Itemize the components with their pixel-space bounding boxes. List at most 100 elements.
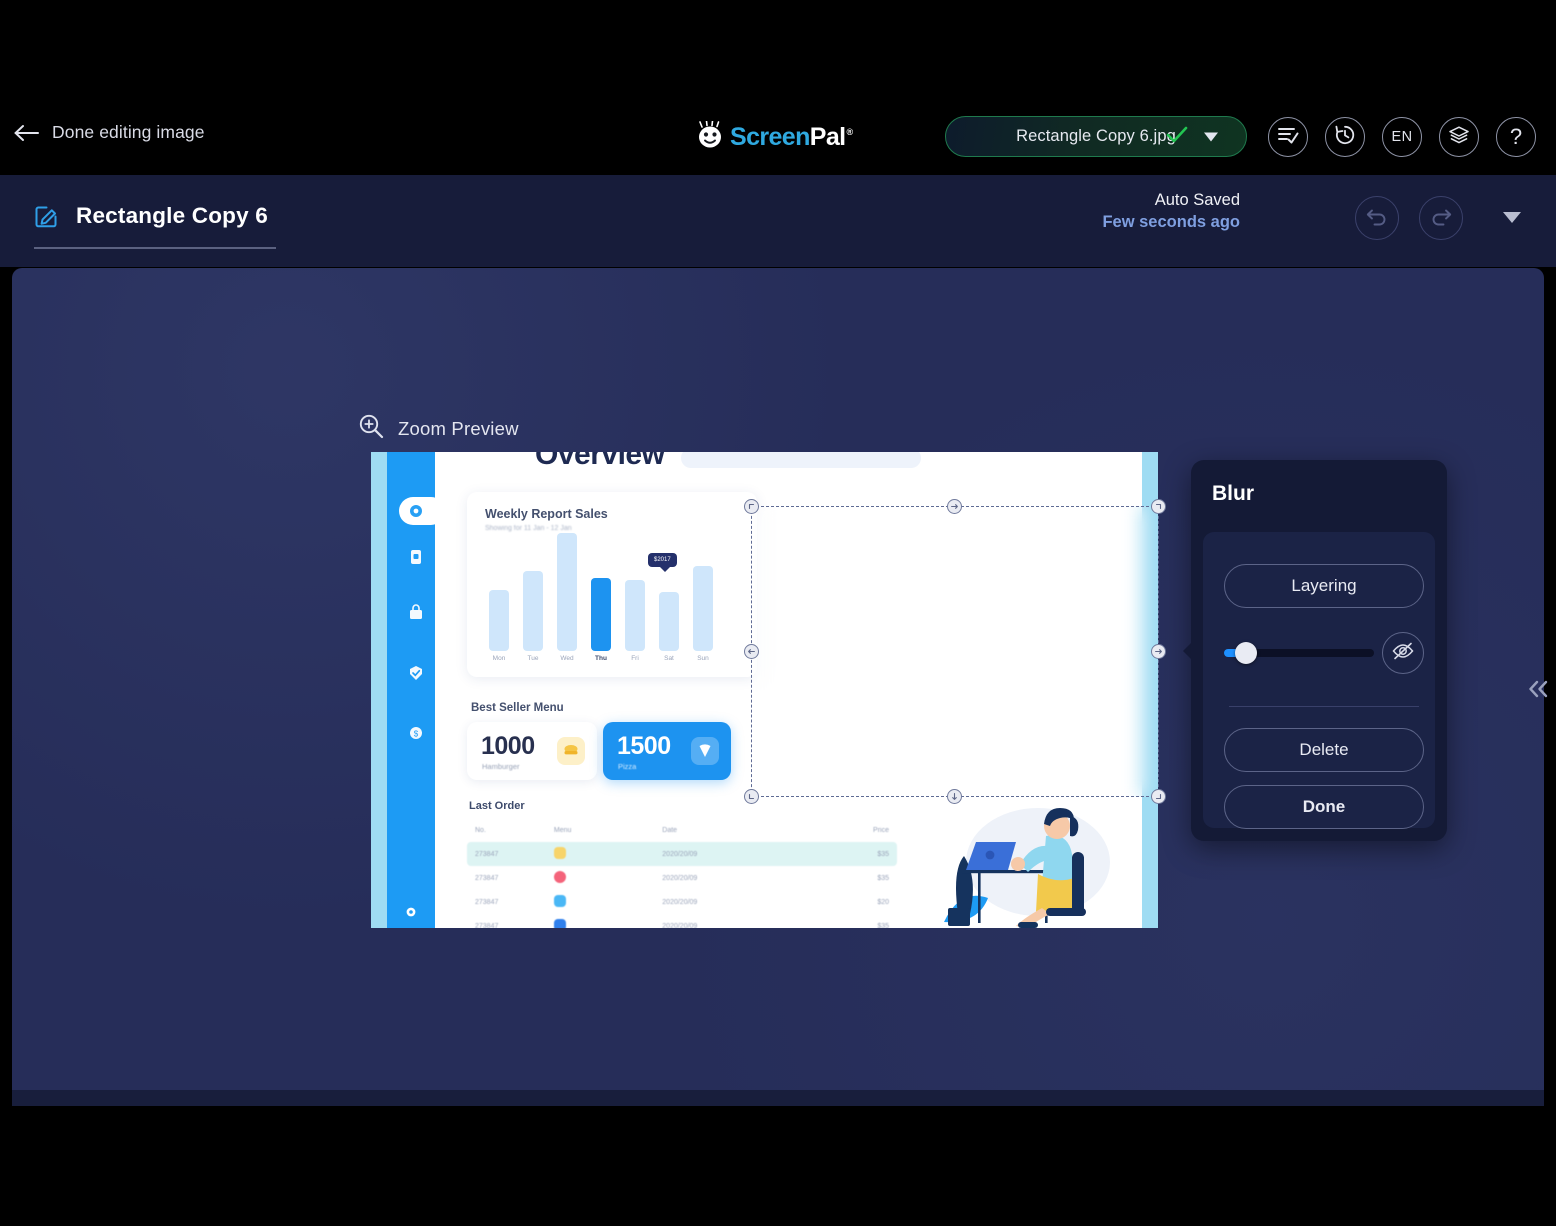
column-header-no: No. [475,826,486,834]
bar-thu [591,577,611,651]
cell-price: $35 [877,850,889,858]
chart-label-thu: Thu [595,655,607,662]
stage-bottom-edge [12,1090,1544,1106]
undo-redo-group [1355,196,1463,240]
image-editor-app: Done editing image ScreenPal® Rectangle … [0,0,1556,1226]
blur-selection-box[interactable] [744,499,1166,804]
chart-label-sat: Sat [664,655,674,662]
screenpal-logo: ScreenPal® [697,119,853,154]
best-seller-card-hamburger[interactable]: 1000 Hamburger [467,722,597,780]
done-editing-image-button[interactable]: Done editing image [14,122,205,143]
resize-handle-bottom-center[interactable] [947,789,962,804]
collapse-panel-button[interactable] [1524,677,1552,705]
resize-handle-bottom-left[interactable] [744,789,759,804]
svg-text:$: $ [414,729,419,738]
layers-icon-button[interactable] [1439,117,1479,157]
toolbar-more-chevron-down-icon[interactable] [1503,212,1521,223]
resize-handle-middle-right[interactable] [1151,643,1166,659]
resize-handle-top-left[interactable] [744,499,759,514]
double-chevron-left-icon [1525,678,1551,705]
resize-handle-top-center[interactable] [947,499,962,514]
zoom-preview-button[interactable]: Zoom Preview [358,413,519,445]
magnifier-plus-icon [358,413,385,445]
pizza-icon [553,919,566,928]
burger-icon [553,847,566,859]
history-icon-button[interactable] [1325,117,1365,157]
sidebar-item-documents[interactable] [407,548,425,566]
done-editing-image-label: Done editing image [52,122,205,142]
dashboard-header: Overview [435,452,1098,478]
top-bar: Done editing image ScreenPal® Rectangle … [0,0,1556,175]
cell-menu [553,847,662,861]
layers-icon [1448,125,1470,150]
sidebar-item-dashboard[interactable] [407,502,425,520]
sidebar-item-bag[interactable] [407,604,425,622]
best-seller-value-2: 1500 [617,732,671,760]
cell-date: 2020/20/09 [662,850,698,858]
best-seller-title: Best Seller Menu [471,702,564,714]
column-header-date: Date [662,826,678,834]
person-at-laptop-illustration [920,796,1130,928]
slider-thumb[interactable] [1235,642,1257,664]
sidebar-item-settings[interactable] [403,904,419,920]
resize-handle-middle-left[interactable] [744,643,759,659]
history-icon [1334,124,1356,151]
dashboard-search-input[interactable] [681,452,921,468]
sidebar-item-badge[interactable] [407,664,425,682]
best-seller-label-2: Pizza [618,762,637,771]
help-icon: ? [1509,124,1523,149]
toggle-visibility-button[interactable] [1382,632,1424,674]
bar-mon [489,589,509,651]
logo-text-screen: Screen [730,122,810,151]
document-title-block: Rectangle Copy 6 [34,203,268,229]
cell-no: 273847 [475,850,499,858]
chart-title: Weekly Report Sales [485,507,608,521]
panel-divider [1229,706,1419,707]
edit-pencil-square-icon[interactable] [34,203,60,229]
file-name-pill[interactable]: Rectangle Copy 6.jpg [945,116,1247,157]
help-icon-button[interactable]: ? [1496,117,1536,157]
last-order-table: No. Menu Date Price 273847 2020/20/09 $3… [467,818,897,928]
undo-button[interactable] [1355,196,1399,240]
done-button[interactable]: Done [1224,785,1424,829]
sidebar-item-coin[interactable]: $ [407,724,425,742]
logo-text-pal: Pal [809,122,846,151]
cell-price: $35 [877,922,889,929]
cell-no: 273847 [475,874,499,882]
blur-intensity-row [1224,632,1424,674]
delete-button[interactable]: Delete [1224,728,1424,772]
language-icon-button[interactable]: EN [1382,117,1422,157]
chart-label-mon: Mon [492,655,506,662]
check-icon [1166,125,1188,148]
burger-icon [557,737,585,765]
table-row[interactable]: 273847 2020/20/09 $35 [467,866,897,890]
best-seller-value-1: 1000 [481,732,535,760]
cell-price: $35 [877,874,889,882]
cell-no: 273847 [475,922,499,929]
last-order-title: Last Order [469,800,525,812]
pizza-icon [553,895,566,907]
table-row[interactable]: 273847 2020/20/09 $35 [467,914,897,928]
layering-button[interactable]: Layering [1224,564,1424,608]
chart-label-wed: Wed [560,655,574,662]
redo-button[interactable] [1419,196,1463,240]
chart-bars [489,533,739,651]
table-row[interactable]: 273847 2020/20/09 $35 [467,842,897,866]
resize-handle-top-right[interactable] [1151,499,1166,514]
table-row[interactable]: 273847 2020/20/09 $20 [467,890,897,914]
bar-tue [523,570,543,651]
cell-menu [553,919,662,928]
screenpal-mark-icon [697,119,727,154]
resize-handle-bottom-right[interactable] [1151,789,1166,804]
chart-x-labels: Mon Tue Wed Thu Fri Sat Sun [489,655,739,667]
autosave-timestamp: Few seconds ago [1102,212,1240,231]
cell-date: 2020/20/09 [662,874,698,882]
best-seller-label-1: Hamburger [482,762,520,771]
list-check-icon-button[interactable] [1268,117,1308,157]
chevron-down-icon[interactable] [1204,132,1218,141]
cell-menu [553,895,662,909]
eye-off-icon [1391,641,1415,666]
chart-subtitle: Showing for 11 Jan - 12 Jan [485,525,572,532]
best-seller-card-pizza[interactable]: 1500 Pizza [603,722,731,780]
donut-icon [553,871,566,883]
